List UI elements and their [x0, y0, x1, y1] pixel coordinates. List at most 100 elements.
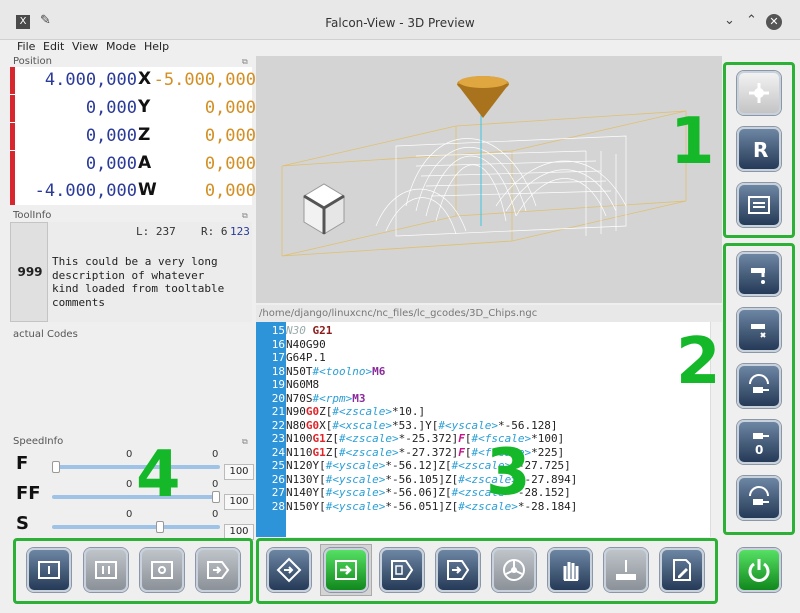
maximize-icon[interactable]: ⌃ [746, 13, 757, 28]
gcode-token: N150Y[ [286, 499, 326, 513]
gcode-token: #<yscale> [325, 472, 386, 486]
speed-row-s: S 0 0 100 [10, 509, 254, 540]
pause-button[interactable] [84, 548, 128, 592]
line-number: 20 [271, 391, 285, 405]
spindle-stop-icon: 0 [753, 433, 769, 456]
gcode-line[interactable]: 16N40G90 [256, 338, 716, 351]
stop-button[interactable] [27, 548, 71, 592]
touchoff-button[interactable] [604, 548, 648, 592]
gcode-token: Z[ [325, 445, 339, 459]
gcode-token: *100] [531, 432, 565, 445]
dtg-x: -5.000,000 [153, 70, 256, 90]
gcode-line[interactable]: 18N50T#<toolno>M6 [256, 365, 716, 378]
spindle-stop-button[interactable]: 0 [737, 420, 781, 464]
gcode-token: F [458, 432, 465, 445]
speed-label-ff: FF [16, 483, 41, 504]
wheel-button[interactable] [492, 548, 536, 592]
3d-preview[interactable] [256, 56, 722, 303]
gcode-token: #<yscale> [438, 418, 498, 432]
gcode-line[interactable]: 17G64P.1 [256, 351, 716, 364]
tool-length: L: 237 [136, 225, 176, 238]
minimize-icon[interactable]: ⌄ [724, 13, 735, 28]
home-button[interactable] [267, 548, 311, 592]
view-cube[interactable] [303, 183, 345, 235]
gcode-line[interactable]: 21N90G0Z[#<zscale>*10.] [256, 405, 716, 418]
rel-y: 0,000 [85, 98, 137, 118]
gcode-token: N90 [286, 405, 306, 418]
gcode-token: N120Y[ [286, 459, 326, 472]
rel-w: -4.000,000 [34, 181, 137, 201]
speed-handle-s[interactable] [156, 521, 164, 533]
spindle-ccw-icon [749, 374, 769, 393]
speed-slider-s[interactable] [52, 525, 220, 529]
rel-a: 0,000 [85, 154, 137, 174]
line-number: 21 [271, 405, 285, 418]
close-icon[interactable]: ✕ [766, 14, 782, 30]
speedinfo-panel: F 0 0 100 FF 0 0 100 S 0 0 100 [10, 449, 254, 540]
menu-help[interactable]: Help [144, 40, 169, 53]
gcode-token: N100 [286, 432, 313, 445]
gcode-token: N30 [286, 324, 313, 337]
gcode-token: G64P.1 [286, 351, 326, 364]
gcode-token: #<zscale> [332, 405, 392, 418]
gcode-token: N70S [286, 391, 313, 405]
dock-float-icon[interactable]: ⧉ [242, 57, 248, 67]
speed-max-ff[interactable]: 100 [224, 494, 254, 510]
gcode-line[interactable]: 20N70S#<rpm>M3 [256, 392, 716, 405]
run-icon [335, 560, 357, 580]
rel-z: 0,000 [85, 126, 137, 146]
gcode-token: *53.]Y[ [391, 418, 439, 432]
svg-text:0: 0 [755, 443, 763, 456]
dock-float-icon[interactable]: ⧉ [242, 437, 248, 447]
pause-icon [95, 561, 117, 579]
line-number: 19 [271, 378, 285, 391]
edit-button[interactable] [660, 548, 704, 592]
speed-handle-ff[interactable] [212, 491, 220, 503]
manual-button[interactable] [548, 548, 592, 592]
gcode-token: G0 [305, 405, 320, 418]
axis-x: X [138, 69, 152, 89]
annotation-3: 3 [486, 436, 531, 510]
speed-handle-f[interactable] [52, 461, 60, 473]
gcode-line[interactable]: 22N80G0X[#<xscale>*53.]Y[#<yscale>*-56.1… [256, 419, 716, 432]
gcode-token: #<rpm> [312, 391, 353, 405]
speed-max-f[interactable]: 100 [224, 464, 254, 480]
menu-file[interactable]: File [17, 40, 35, 53]
gcode-token: *-27.372] [398, 445, 459, 459]
limit-indicator [10, 151, 15, 178]
gcode-token: *10.] [391, 405, 426, 418]
coolant-flood-button[interactable] [737, 252, 781, 296]
menu-edit[interactable]: Edit [43, 40, 64, 53]
gcode-line[interactable]: 19N60M8 [256, 378, 716, 391]
view-zoom-button[interactable] [737, 71, 781, 115]
dock-float-icon[interactable]: ⧉ [242, 211, 248, 221]
run-button[interactable] [324, 548, 368, 592]
speedinfo-title: SpeedInfo [13, 436, 64, 447]
reset-button[interactable]: R [737, 127, 781, 171]
line-number: 15 [271, 324, 285, 337]
position-title: Position [13, 56, 52, 67]
gcode-token: *-56.12]Z[ [385, 459, 452, 472]
menu-view[interactable]: View [72, 40, 98, 53]
power-button[interactable] [737, 548, 781, 592]
gcode-line[interactable]: 15N30 G21 [256, 324, 716, 337]
gcode-token: #<yscale> [325, 486, 386, 499]
actual-codes-title: actual Codes [13, 329, 78, 340]
toolpath [375, 135, 627, 237]
resume-button[interactable] [196, 548, 240, 592]
file-open-button[interactable] [737, 183, 781, 227]
menu-mode[interactable]: Mode [106, 40, 136, 53]
line-number: 27 [271, 486, 285, 499]
gcode-token: Z[ [325, 432, 339, 445]
coolant-mist-button[interactable] [737, 308, 781, 352]
speed-set-s: 0 [212, 509, 219, 520]
estop-button[interactable] [140, 548, 184, 592]
spindle-cw-button[interactable] [737, 476, 781, 520]
spindle-ccw-button[interactable] [737, 364, 781, 408]
run-from-line-button[interactable] [436, 548, 480, 592]
step-button[interactable] [380, 548, 424, 592]
stop-icon [38, 561, 60, 579]
edit-icon [673, 559, 691, 581]
tool-radius: R: 6 [201, 225, 228, 238]
gcode-token: N130Y[ [286, 472, 326, 486]
